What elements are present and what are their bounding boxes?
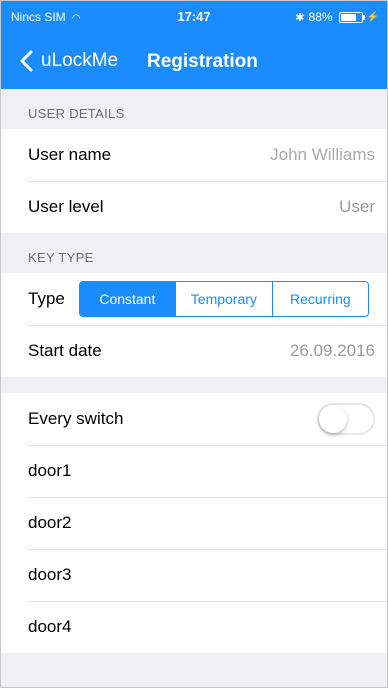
door-label: door2 xyxy=(28,513,72,532)
start-date-label: Start date xyxy=(28,341,102,360)
list-item[interactable]: door4 xyxy=(1,601,387,653)
chevron-left-icon xyxy=(20,50,33,72)
segment-constant[interactable]: Constant xyxy=(79,282,175,316)
segment-recurring[interactable]: Recurring xyxy=(271,282,368,316)
user-level-value: User xyxy=(339,197,375,216)
battery-icon xyxy=(338,11,365,23)
navigation-bar: uLockMe Registration xyxy=(1,37,387,89)
battery-percent: 88% xyxy=(308,10,333,24)
back-button[interactable]: uLockMe xyxy=(17,49,118,73)
username-row: User name xyxy=(1,129,387,181)
key-type-segmented-control: Constant Temporary Recurring xyxy=(78,281,369,317)
user-level-label: User level xyxy=(28,197,104,216)
battery-fill xyxy=(340,13,357,21)
list-item[interactable]: door3 xyxy=(1,549,387,601)
every-switch-label: Every switch xyxy=(28,409,124,428)
list-item[interactable]: door1 xyxy=(1,445,387,497)
username-input[interactable] xyxy=(195,145,375,165)
switches-group: Every switch door1 door2 door3 door4 xyxy=(1,393,387,653)
list-item[interactable]: door2 xyxy=(1,497,387,549)
door-label: door1 xyxy=(28,461,72,480)
status-right: ✱ 88% ⚡ xyxy=(295,10,379,24)
charging-icon: ⚡ xyxy=(366,11,379,23)
toggle-knob xyxy=(319,405,347,433)
every-switch-row: Every switch xyxy=(1,393,387,445)
user-details-header: USER DETAILS xyxy=(28,106,125,121)
door-label: door4 xyxy=(28,617,72,636)
type-row: Type Constant Temporary Recurring xyxy=(1,273,387,325)
every-switch-toggle[interactable] xyxy=(317,403,375,435)
username-label: User name xyxy=(28,145,112,164)
app-screen: Nincs SIM ◠ 17:47 ✱ 88% ⚡ uLockMe Registr… xyxy=(0,0,388,688)
door-label: door3 xyxy=(28,565,72,584)
type-label: Type xyxy=(28,289,65,308)
key-type-header: KEY TYPE xyxy=(28,250,94,265)
registration-form: USER DETAILS User name User level User K… xyxy=(1,89,387,653)
page-title: Registration xyxy=(147,51,258,72)
user-level-row[interactable]: User level User xyxy=(1,181,387,233)
back-label: uLockMe xyxy=(41,50,119,71)
user-details-group: User name User level User xyxy=(1,129,387,233)
segment-temporary[interactable]: Temporary xyxy=(174,282,272,316)
bluetooth-icon: ✱ xyxy=(295,11,305,24)
key-type-group: Type Constant Temporary Recurring Start … xyxy=(1,273,387,377)
start-date-value: 26.09.2016 xyxy=(289,341,375,360)
status-bar: Nincs SIM ◠ 17:47 ✱ 88% ⚡ xyxy=(1,1,387,37)
start-date-row[interactable]: Start date 26.09.2016 xyxy=(1,325,387,377)
